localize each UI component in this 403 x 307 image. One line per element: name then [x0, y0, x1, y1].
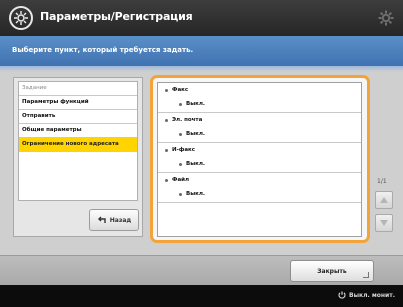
- list-item-label: Эл. почта: [172, 117, 203, 123]
- category-item-common-settings[interactable]: Общие параметры: [19, 124, 137, 138]
- back-arrow-icon: [97, 216, 106, 223]
- settings-registration-icon: [9, 6, 33, 30]
- scroll-up-button[interactable]: [375, 191, 393, 209]
- settings-list-panel: Факс Выкл. Эл. почта Выкл. И-факс Выкл. …: [150, 75, 370, 243]
- page-title: Параметры/Регистрация: [40, 10, 193, 23]
- list-item-ifax[interactable]: И-факс Выкл.: [158, 143, 361, 173]
- bullet-icon: [165, 119, 168, 122]
- bullet-icon: [165, 149, 168, 152]
- category-item-function-settings[interactable]: Параметры функций: [19, 96, 137, 110]
- bullet-icon: [165, 89, 168, 92]
- arrow-up-icon: [380, 197, 388, 203]
- list-item-label: Факс: [172, 87, 189, 93]
- instruction-text: Выберите пункт, который требуется задать…: [0, 36, 403, 66]
- monitor-off-label: Выкл. монит.: [349, 291, 395, 299]
- category-item-restrict-new-destination[interactable]: Ограничение нового адресата: [19, 138, 137, 152]
- bullet-icon: [179, 133, 182, 136]
- list-item-email[interactable]: Эл. почта Выкл.: [158, 113, 361, 143]
- list-item-file[interactable]: Файл Выкл.: [158, 173, 361, 203]
- category-panel: Задание Параметры функций Отправить Общи…: [13, 77, 143, 237]
- back-button-label: Назад: [109, 216, 132, 224]
- list-item-value: Выкл.: [186, 161, 206, 167]
- settings-screen: Параметры/Регистрация Выберите пункт, ко…: [0, 0, 403, 307]
- category-list: Задание Параметры функций Отправить Общи…: [18, 81, 138, 201]
- list-item-value: Выкл.: [186, 131, 206, 137]
- bullet-icon: [179, 103, 182, 106]
- bullet-icon: [165, 179, 168, 182]
- instruction-divider: [0, 66, 403, 72]
- list-item-fax[interactable]: Факс Выкл.: [158, 83, 361, 113]
- back-button[interactable]: Назад: [89, 209, 139, 231]
- bullet-icon: [179, 193, 182, 196]
- power-icon: [338, 291, 346, 299]
- arrow-down-icon: [380, 220, 388, 226]
- bullet-icon: [179, 163, 182, 166]
- monitor-off-button[interactable]: Выкл. монит.: [338, 291, 395, 299]
- list-item-value: Выкл.: [186, 191, 206, 197]
- corner-mark-icon: [363, 272, 369, 278]
- list-item-value: Выкл.: [186, 101, 206, 107]
- list-item-label: Файл: [172, 177, 190, 183]
- settings-list: Факс Выкл. Эл. почта Выкл. И-факс Выкл. …: [157, 82, 362, 237]
- status-bar: Выкл. монит.: [0, 285, 403, 307]
- title-bar: Параметры/Регистрация: [0, 0, 403, 36]
- scroll-down-button[interactable]: [375, 214, 393, 232]
- page-indicator: 1/1: [377, 178, 387, 185]
- category-item-job[interactable]: Задание: [19, 82, 137, 96]
- category-item-send[interactable]: Отправить: [19, 110, 137, 124]
- gear-icon[interactable]: [377, 9, 395, 27]
- close-button-label: Закрыть: [317, 267, 347, 275]
- list-item-label: И-факс: [172, 147, 196, 153]
- action-bar: Закрыть: [0, 255, 403, 285]
- close-button[interactable]: Закрыть: [290, 260, 374, 282]
